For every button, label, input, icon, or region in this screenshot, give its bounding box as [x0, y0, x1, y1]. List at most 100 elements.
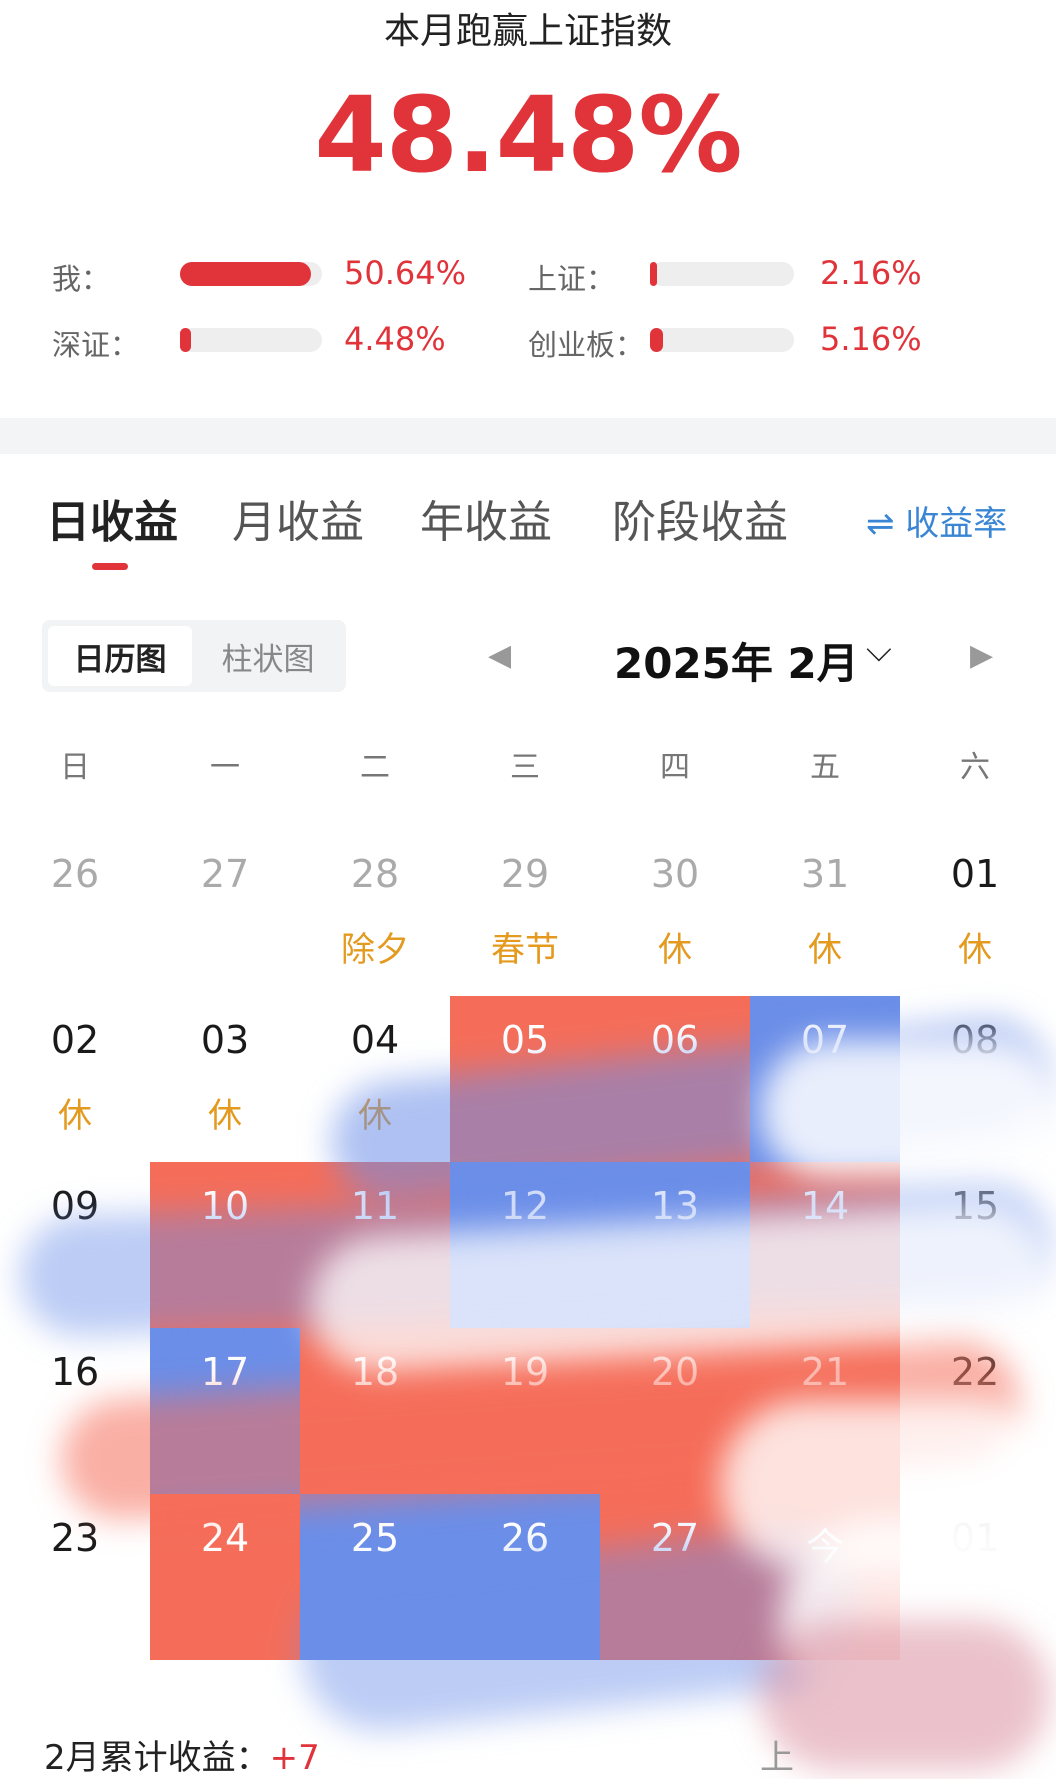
day-number: 10 [200, 1184, 250, 1228]
calendar-day-cell[interactable]: 04 休 [300, 996, 450, 1162]
tab-period-profit[interactable]: 阶段收益 [612, 486, 788, 550]
holiday-tag: 休 [658, 930, 692, 970]
day-number: 19 [500, 1350, 550, 1394]
profit-rate-toggle[interactable]: ⇌ 收益率 [866, 496, 1007, 545]
prev-month-icon[interactable]: ◀ [488, 638, 511, 673]
calendar-day-cell[interactable]: 31 休 [750, 830, 900, 996]
day-number: 今 [805, 1525, 844, 1569]
holiday-tag: 除夕 [341, 930, 409, 970]
calendar-day-cell[interactable]: 18 [300, 1328, 450, 1494]
day-number: 08 [950, 1018, 1000, 1062]
calendar-day-cell[interactable]: 07 [750, 996, 900, 1162]
calendar-day-cell[interactable]: 22 [900, 1328, 1050, 1494]
calendar-day-cell[interactable]: 26 [450, 1494, 600, 1660]
calendar-day-cell[interactable]: 19 [450, 1328, 600, 1494]
day-number: 01 [950, 1516, 1000, 1560]
tab-daily-profit[interactable]: 日收益 [46, 486, 178, 550]
day-number: 16 [50, 1350, 100, 1394]
calendar-day-cell[interactable]: 10 [150, 1162, 300, 1328]
calendar-day-cell[interactable]: 13 [600, 1162, 750, 1328]
calendar-day-cell[interactable]: 15 [900, 1162, 1050, 1328]
calendar-day-cell[interactable]: 01 [900, 1494, 1050, 1660]
weekday-label: 四 [660, 750, 690, 785]
weekday-label: 二 [360, 750, 390, 785]
compare-label-shanghai: 上证： [528, 262, 616, 296]
calendar-day-cell[interactable]: 03 休 [150, 996, 300, 1162]
next-month-icon[interactable]: ▶ [970, 638, 993, 673]
day-number: 12 [500, 1184, 550, 1228]
day-number: 31 [800, 852, 850, 896]
weekday-label: 三 [510, 750, 540, 785]
day-number: 23 [50, 1516, 100, 1560]
compare-label-me: 我： [52, 262, 111, 296]
tab-monthly-profit[interactable]: 月收益 [232, 486, 364, 550]
calendar-day-cell[interactable]: 05 [450, 996, 600, 1162]
calendar-day-cell[interactable]: 27 [150, 830, 300, 996]
day-number: 17 [200, 1350, 250, 1394]
day-number: 04 [350, 1018, 400, 1062]
calendar-day-cell[interactable]: 08 [900, 996, 1050, 1162]
calendar-day-cell[interactable]: 26 [0, 830, 150, 996]
active-tab-indicator [92, 563, 128, 570]
day-number: 27 [200, 852, 250, 896]
compare-value-chinext: 5.16% [820, 320, 922, 358]
compare-bar-shanghai [650, 262, 794, 286]
compare-bar-me [180, 262, 322, 286]
holiday-tag: 休 [958, 930, 992, 970]
day-number: 11 [350, 1184, 400, 1228]
tab-yearly-profit[interactable]: 年收益 [420, 486, 552, 550]
compare-value-me: 50.64% [344, 254, 467, 292]
bar-fill [180, 328, 192, 352]
day-number: 02 [50, 1018, 100, 1062]
calendar-view-button[interactable]: 日历图 [48, 626, 192, 686]
page-title: 本月跑赢上证指数 [383, 11, 672, 52]
compare-value-shanghai: 2.16% [820, 254, 922, 292]
calendar-day-cell[interactable]: 29 春节 [450, 830, 600, 996]
calendar-day-cell[interactable]: 01 休 [900, 830, 1050, 996]
calendar-day-cell[interactable]: 30 休 [600, 830, 750, 996]
weekday-label: 一 [210, 750, 240, 785]
outperform-percentage: 48.48% [314, 74, 742, 196]
calendar-day-cell[interactable]: 21 [750, 1328, 900, 1494]
bar-view-button[interactable]: 柱状图 [196, 626, 340, 686]
holiday-tag: 春节 [491, 930, 559, 970]
day-number: 25 [350, 1516, 400, 1560]
compare-label-shenzhen: 深证： [52, 328, 140, 362]
day-number: 28 [350, 852, 400, 896]
summary-value: +7 [269, 1738, 320, 1778]
day-number: 24 [200, 1516, 250, 1560]
day-number: 15 [950, 1184, 1000, 1228]
calendar-day-cell[interactable]: 24 [150, 1494, 300, 1660]
day-number: 06 [650, 1018, 700, 1062]
summary-label: 2月累计收益： [44, 1738, 270, 1778]
chevron-down-icon[interactable]: ⌵ [866, 630, 892, 670]
day-number: 26 [500, 1516, 550, 1560]
weekday-label: 五 [810, 750, 840, 785]
calendar-day-cell[interactable]: 09 [0, 1162, 150, 1328]
calendar-day-cell[interactable]: 27 [600, 1494, 750, 1660]
day-number: 29 [500, 852, 550, 896]
compare-bar-shenzhen [180, 328, 322, 352]
view-toggle: 日历图 柱状图 [42, 620, 346, 692]
calendar-day-cell[interactable]: 11 [300, 1162, 450, 1328]
calendar-day-cell[interactable]: 02 休 [0, 996, 150, 1162]
day-number: 18 [350, 1350, 400, 1394]
day-number: 03 [200, 1018, 250, 1062]
calendar-day-cell[interactable]: 今 [750, 1494, 900, 1660]
calendar-day-cell[interactable]: 17 [150, 1328, 300, 1494]
summary-panel: 本月跑赢上证指数 48.48% 我： 50.64% 上证： 2.16% 深证： … [0, 0, 1056, 418]
calendar-day-cell[interactable]: 06 [600, 996, 750, 1162]
calendar-day-cell[interactable]: 16 [0, 1328, 150, 1494]
calendar-day-cell[interactable]: 20 [600, 1328, 750, 1494]
summary-right-text: 上 [760, 1738, 794, 1778]
calendar-day-cell[interactable]: 12 [450, 1162, 600, 1328]
weekday-label: 六 [960, 750, 990, 785]
calendar-day-cell[interactable]: 25 [300, 1494, 450, 1660]
compare-label-chinext: 创业板： [528, 328, 645, 362]
monthly-cumulative-profit: 2月累计收益：+7 [44, 1730, 320, 1779]
calendar-day-cell[interactable]: 14 [750, 1162, 900, 1328]
month-selector[interactable]: 2025年 2月 [614, 630, 859, 691]
calendar-day-cell[interactable]: 23 [0, 1494, 150, 1660]
calendar-day-cell[interactable]: 28 除夕 [300, 830, 450, 996]
bar-fill [650, 262, 658, 286]
